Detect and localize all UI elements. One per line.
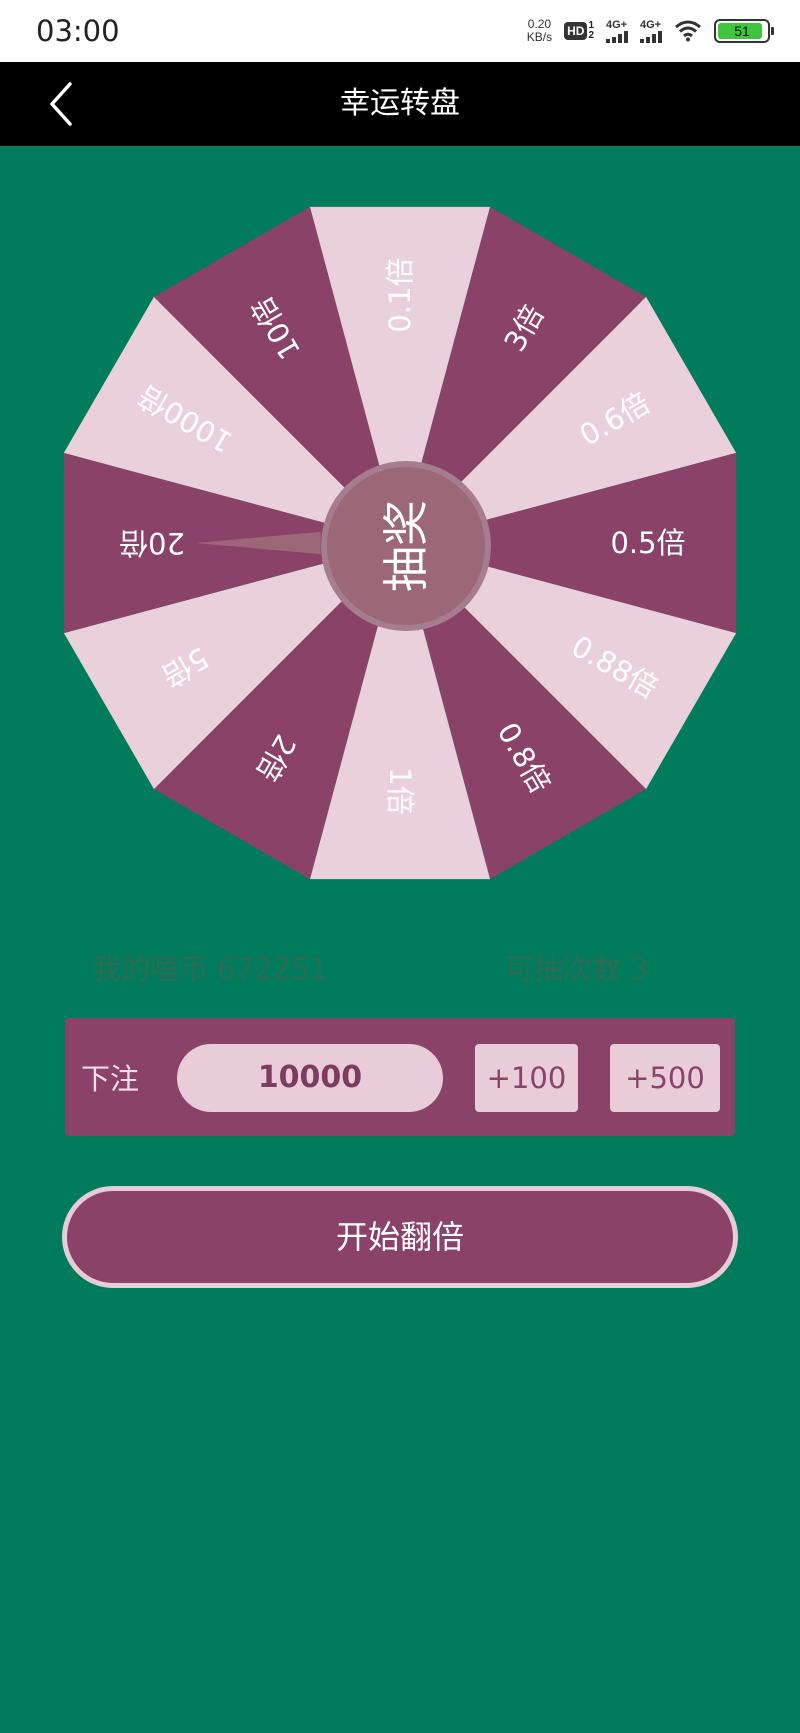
bet-panel: 下注 10000 +100 +500 (65, 1018, 735, 1136)
add-100-button[interactable]: +100 (475, 1044, 578, 1112)
wheel-segment-label: 0.5倍 (610, 526, 685, 560)
wheel-segment-label: 20倍 (119, 526, 185, 560)
my-coins: 我的嗑币 672251 (92, 952, 328, 986)
draw-count: 可抽次数 3 (505, 952, 649, 986)
spin-button[interactable]: 抽奖 (321, 461, 491, 631)
lucky-wheel: 0.1倍 3倍0.6倍0.5倍0.88倍0.8倍1倍2倍5倍20倍1000倍10倍… (63, 206, 737, 880)
wheel-segment-label: 1倍 (383, 767, 417, 814)
spin-button-label: 抽奖 (379, 500, 433, 592)
bet-label: 下注 (81, 1062, 140, 1096)
start-double-button[interactable]: 开始翻倍 (62, 1186, 738, 1288)
bet-amount-input[interactable]: 10000 (177, 1044, 443, 1112)
wheel-segment-label: 0.1倍 (383, 257, 417, 332)
add-500-button[interactable]: +500 (610, 1044, 720, 1112)
